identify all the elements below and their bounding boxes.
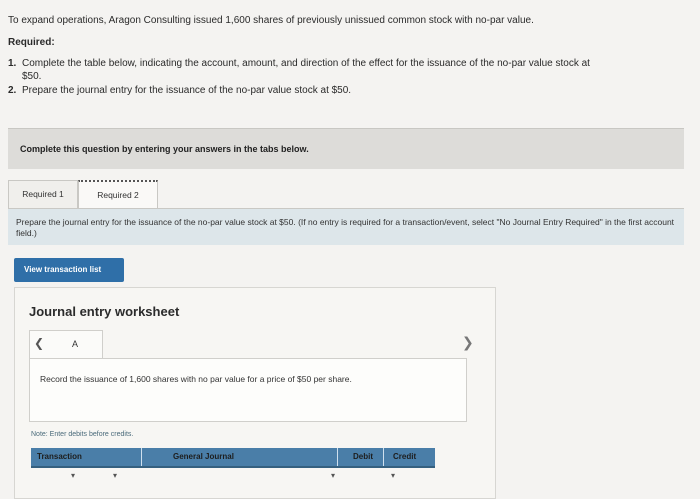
- view-transaction-list-button[interactable]: View transaction list: [14, 258, 124, 282]
- requirement-item: 2. Prepare the journal entry for the issu…: [8, 84, 692, 97]
- dropdown-arrow-icon[interactable]: ▾: [331, 471, 335, 480]
- instruction-bar: Complete this question by entering your …: [8, 128, 684, 169]
- worksheet-title: Journal entry worksheet: [29, 304, 180, 319]
- instruction-text: Complete this question by entering your …: [20, 144, 309, 154]
- table-row[interactable]: ▾ ▾ ▾ ▾: [31, 468, 435, 488]
- requirement-number: 1.: [8, 58, 17, 69]
- requirements-list: 1. Complete the table below, indicating t…: [8, 57, 692, 97]
- journal-entry-worksheet: Journal entry worksheet ❮ A Record the i…: [14, 287, 496, 499]
- dropdown-arrow-icon[interactable]: ▾: [71, 471, 75, 480]
- journal-table-header: Transaction General Journal Debit Credit: [31, 448, 435, 468]
- problem-intro: To expand operations, Aragon Consulting …: [8, 15, 534, 26]
- entry-description-box: Record the issuance of 1,600 shares with…: [29, 358, 467, 422]
- column-debit: Debit: [353, 452, 373, 461]
- prompt-text: Prepare the journal entry for the issuan…: [16, 217, 675, 238]
- column-transaction: Transaction: [37, 452, 82, 461]
- requirement-continuation: $50.: [22, 71, 42, 82]
- chevron-left-icon[interactable]: ❮: [34, 336, 44, 350]
- tab-required-2[interactable]: Required 2: [78, 180, 158, 209]
- requirement-number: 2.: [8, 85, 17, 96]
- column-divider: [383, 448, 384, 466]
- requirement-text: Prepare the journal entry for the issuan…: [22, 85, 352, 96]
- worksheet-nav: ❮ A: [29, 330, 103, 360]
- worksheet-note: Note: Enter debits before credits.: [31, 431, 134, 438]
- entry-tab-a[interactable]: A: [72, 339, 78, 349]
- column-divider: [337, 448, 338, 466]
- column-general-journal: General Journal: [173, 452, 234, 461]
- column-credit: Credit: [393, 452, 417, 461]
- column-divider: [141, 448, 142, 466]
- tab-required-1[interactable]: Required 1: [8, 180, 78, 209]
- problem-statement: To expand operations, Aragon Consulting …: [8, 14, 692, 98]
- instruction-prompt: Prepare the journal entry for the issuan…: [8, 209, 684, 245]
- chevron-right-icon[interactable]: ❯: [462, 334, 474, 351]
- dropdown-arrow-icon[interactable]: ▾: [391, 471, 395, 480]
- required-heading: Required:: [8, 37, 55, 48]
- entry-description: Record the issuance of 1,600 shares with…: [40, 374, 352, 384]
- requirement-text: Complete the table below, indicating the…: [22, 58, 590, 69]
- requirement-item: 1. Complete the table below, indicating t…: [8, 57, 692, 83]
- dropdown-arrow-icon[interactable]: ▾: [113, 471, 117, 480]
